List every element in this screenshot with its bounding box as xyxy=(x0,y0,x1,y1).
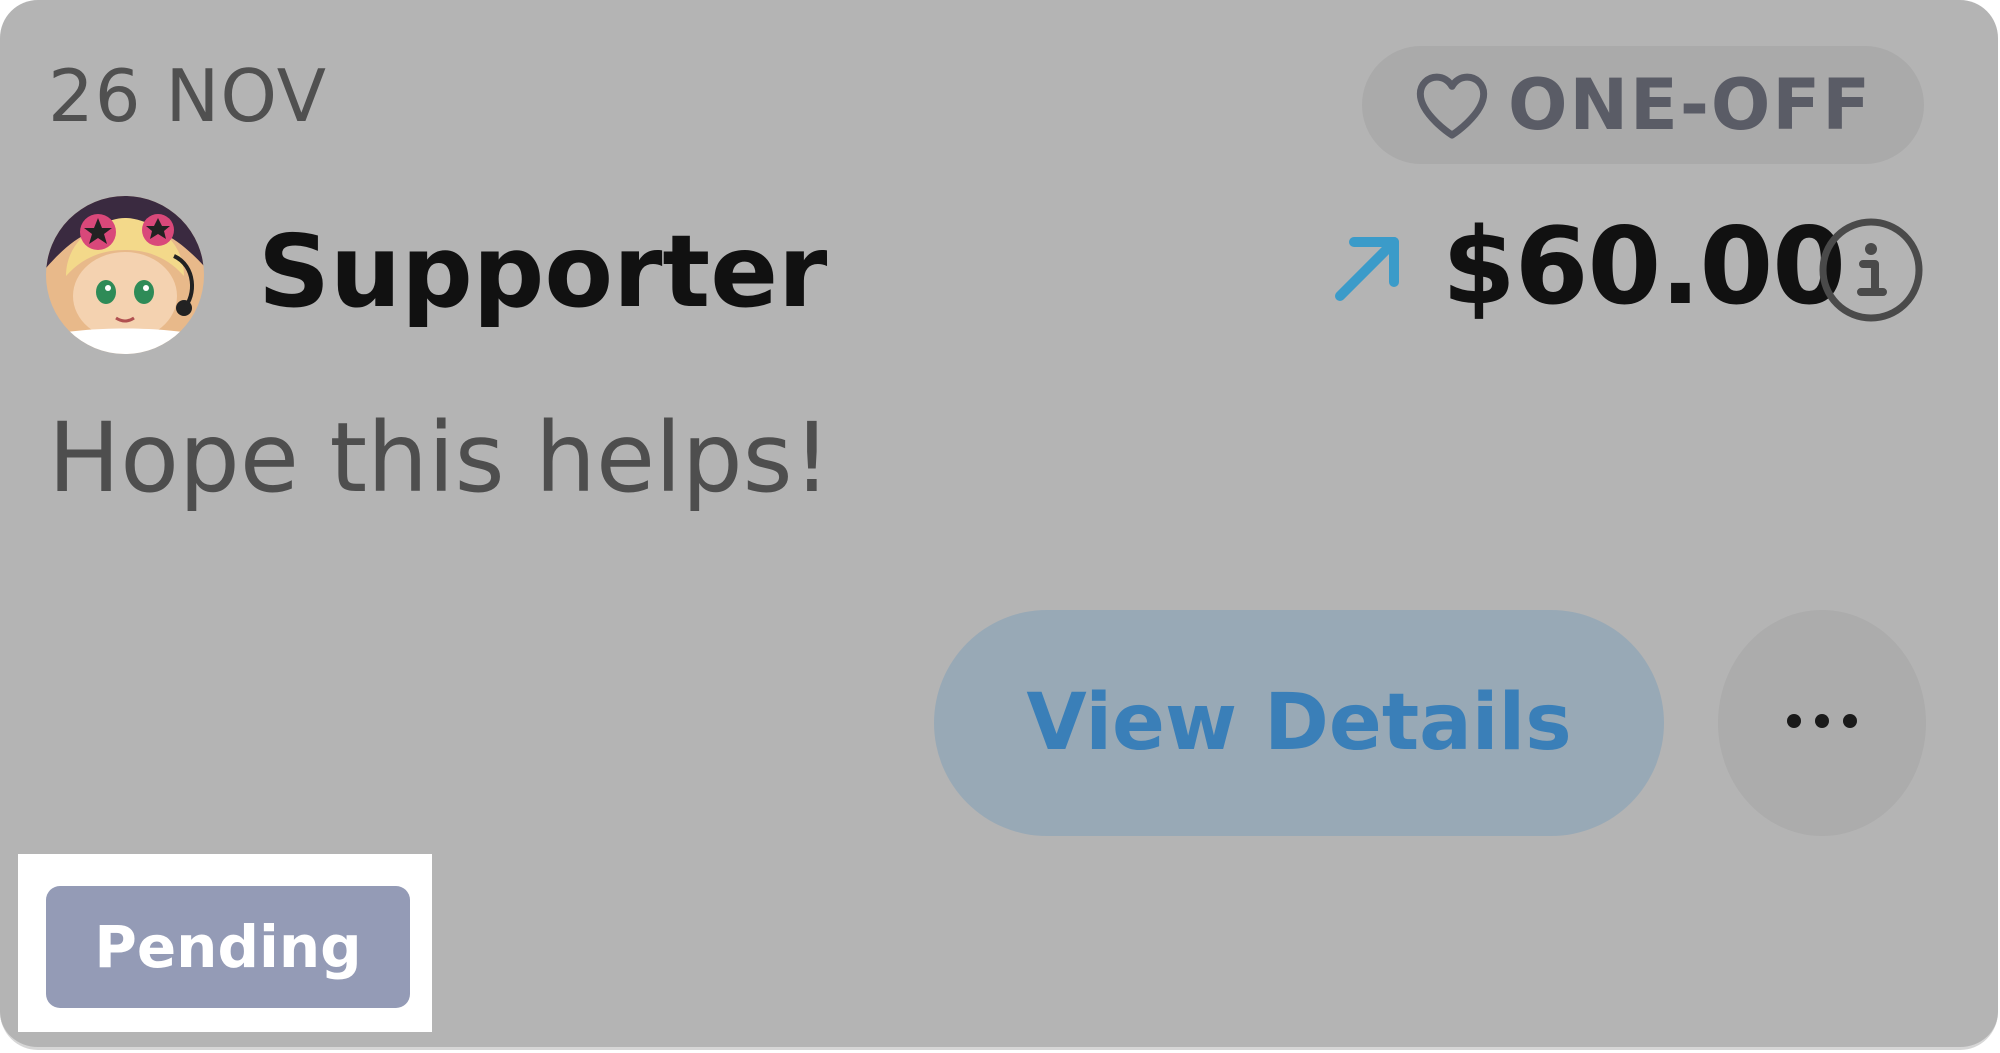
donation-type-badge: ONE-OFF xyxy=(1362,46,1924,164)
more-options-button[interactable] xyxy=(1718,610,1926,836)
avatar xyxy=(46,196,204,354)
donation-type-label: ONE-OFF xyxy=(1507,64,1873,146)
info-icon[interactable] xyxy=(1817,216,1925,328)
arrow-up-right-icon xyxy=(1328,228,1408,312)
heart-icon xyxy=(1414,70,1490,140)
more-options-icon xyxy=(1782,711,1862,735)
donation-amount: $60.00 xyxy=(1442,205,1846,328)
donation-message: Hope this helps! xyxy=(48,402,832,514)
view-details-button[interactable]: View Details xyxy=(934,610,1664,836)
donation-date: 26 NOV xyxy=(48,54,328,138)
supporter-name: Supporter xyxy=(258,213,828,330)
status-badge: Pending xyxy=(46,886,410,1008)
